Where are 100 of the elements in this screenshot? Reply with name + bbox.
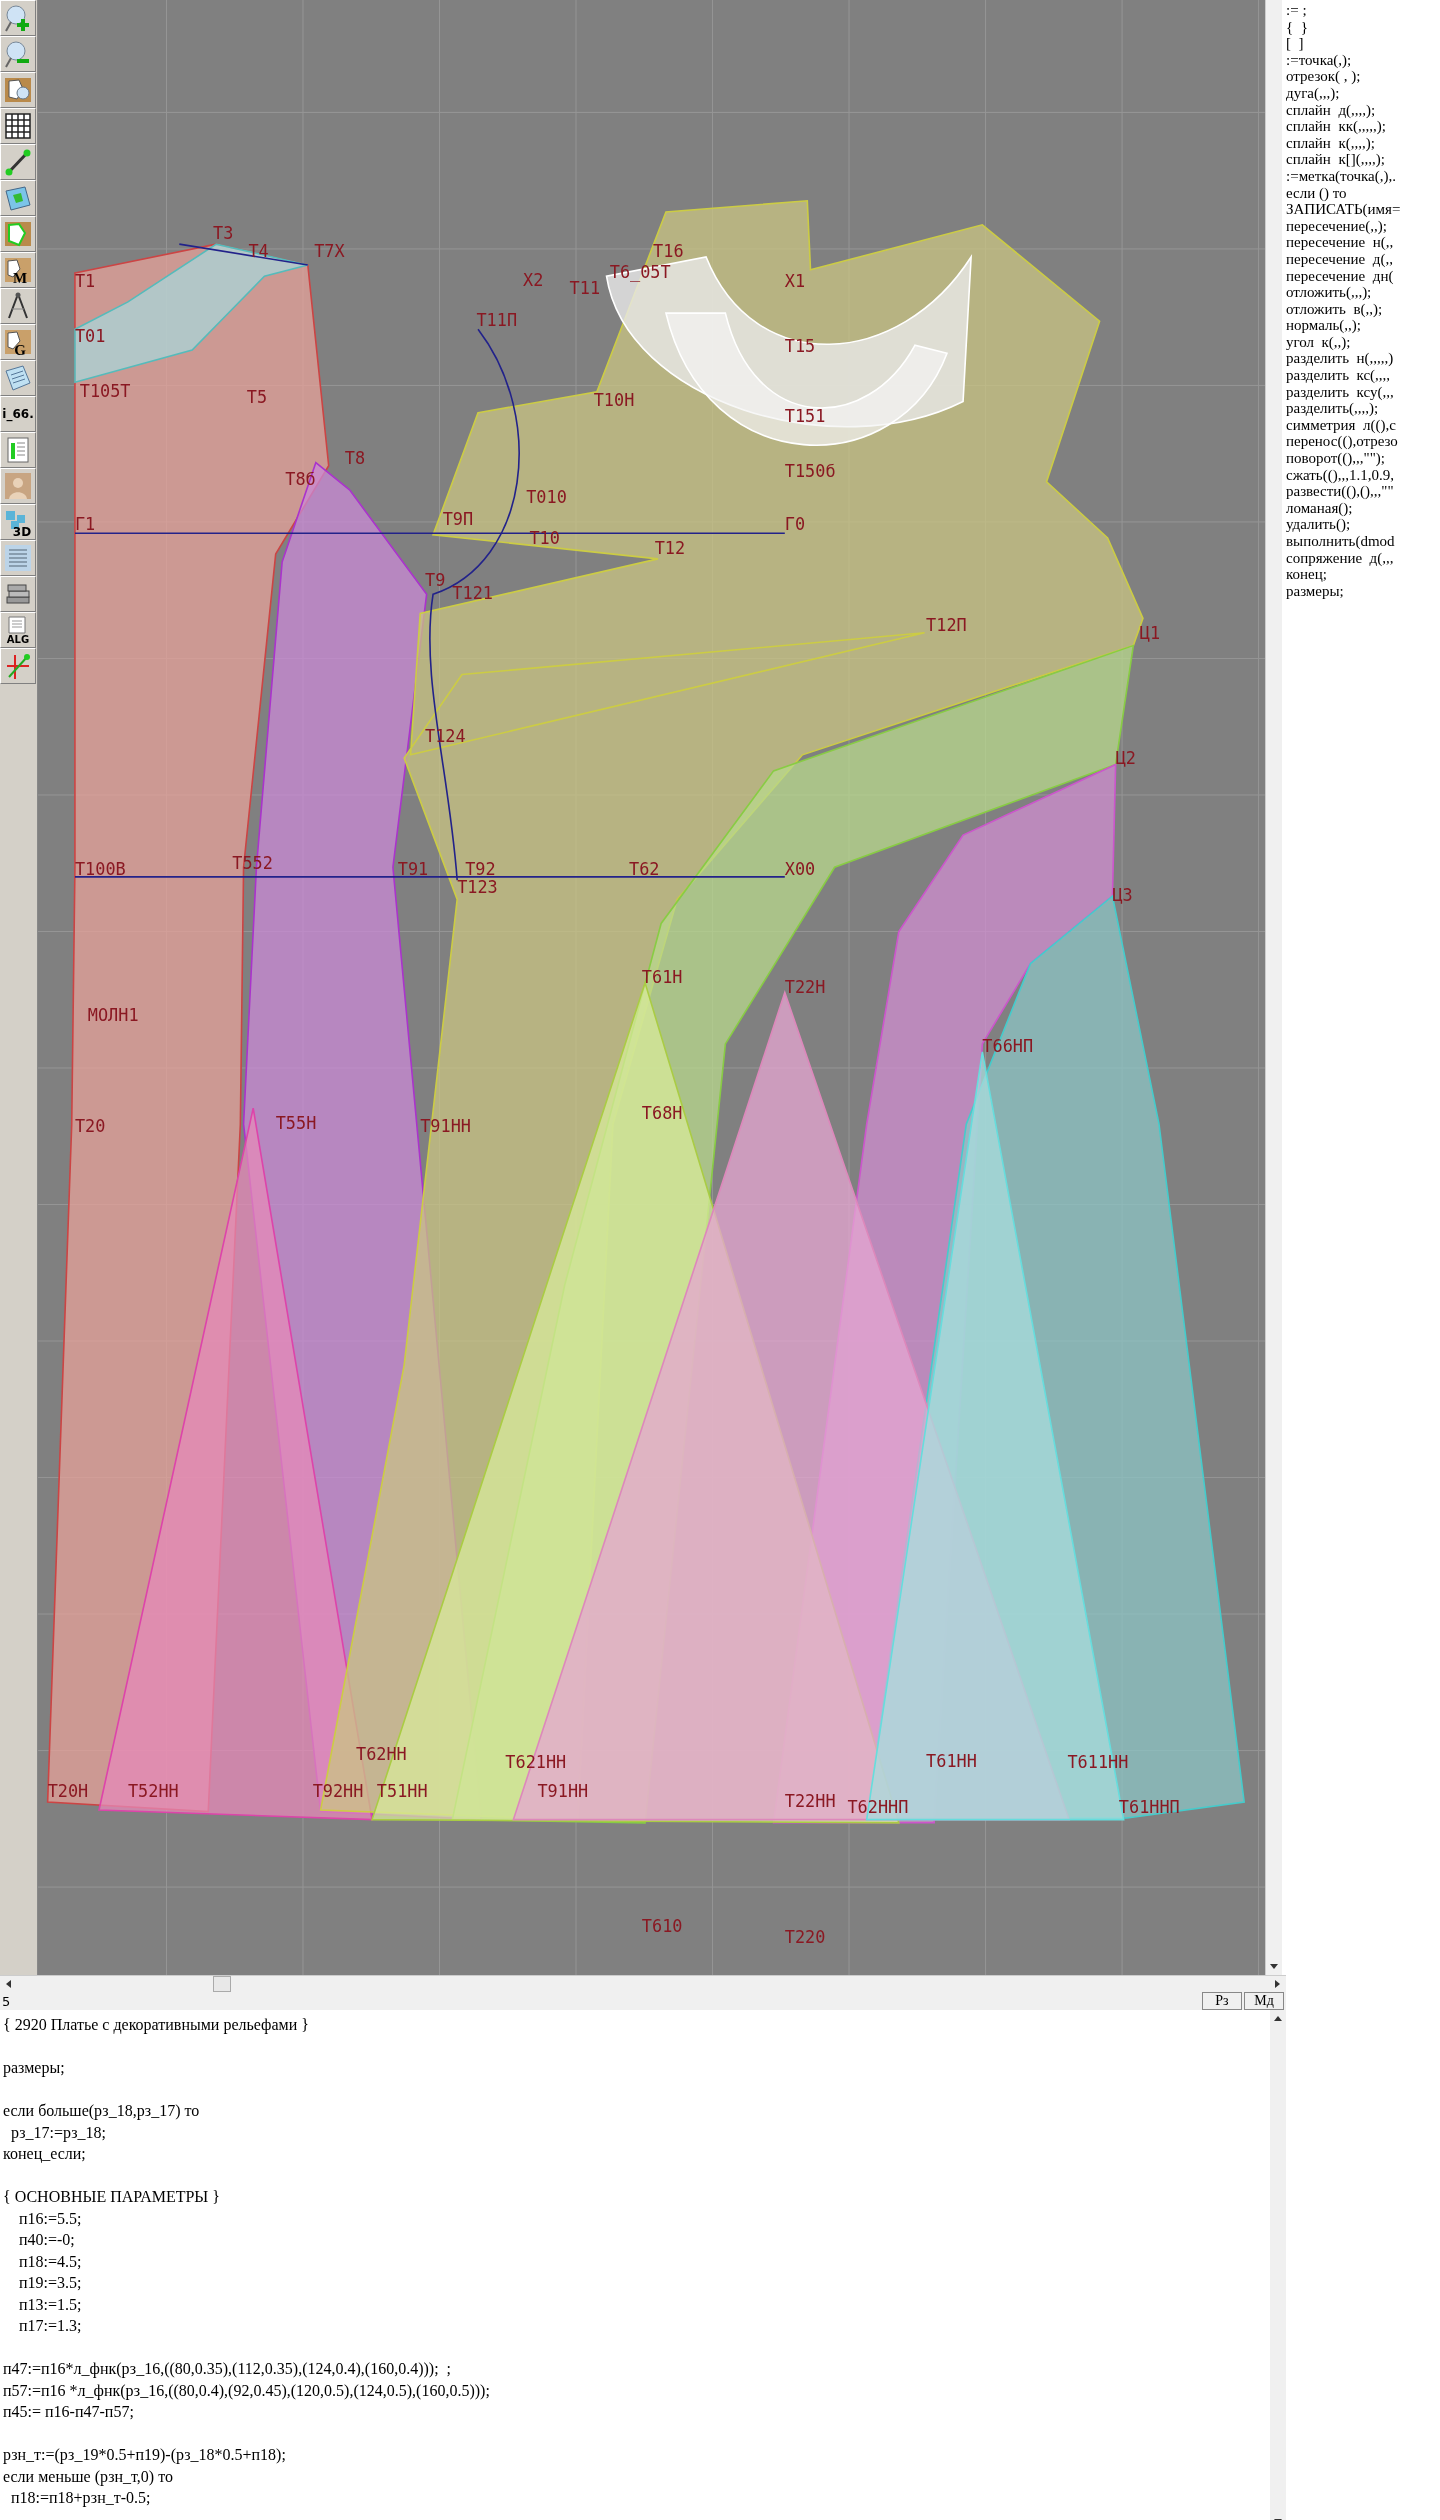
command-item[interactable]: разделить ксу(,,, <box>1286 383 1440 401</box>
command-item[interactable]: пересечение(,,); <box>1286 217 1440 235</box>
command-item[interactable]: конец; <box>1286 566 1440 583</box>
point-label: Х1 <box>784 271 806 292</box>
point-label: Т611НН <box>1067 1752 1129 1773</box>
command-item[interactable]: :=точка(,); <box>1286 51 1440 69</box>
point-label: Т22Н <box>784 976 826 997</box>
command-item[interactable]: разделить(,,,,); <box>1286 400 1440 417</box>
command-item[interactable]: ЗАПИСАТЬ(имя= <box>1286 201 1440 218</box>
point-label: Т62 <box>629 859 660 880</box>
command-item[interactable]: := ; <box>1286 2 1440 19</box>
point-label: Т3 <box>213 223 234 244</box>
point-label: МОЛН1 <box>87 1005 139 1026</box>
command-item[interactable]: выполнить(dmod <box>1286 533 1440 550</box>
command-item[interactable]: ломаная(); <box>1286 499 1440 517</box>
command-item[interactable]: сплайн к[](,,,,); <box>1286 151 1440 168</box>
command-item[interactable]: отложить в(,,); <box>1286 300 1440 318</box>
point-label: Т52НН <box>127 1781 179 1802</box>
point-label: Ц2 <box>1115 748 1136 769</box>
code-line: если больше(рз_18,рз_17) то <box>3 2101 201 2122</box>
code-line: { 2920 Платье с декоративными рельефами } <box>3 2015 310 2036</box>
vertical-scrollbar[interactable] <box>1270 2010 1286 2520</box>
point-label: Г0 <box>784 514 806 534</box>
photo-placeholder <box>3 471 33 501</box>
status-button[interactable]: Мд <box>1244 1992 1284 2011</box>
code-line: размеры; <box>3 2058 66 2079</box>
command-item[interactable]: пересечение д(,, <box>1286 250 1440 268</box>
list-icon <box>3 543 33 573</box>
point-label: Т91НН <box>420 1116 471 1137</box>
point-label: Т220 <box>784 1927 826 1948</box>
point-label: Т610 <box>641 1916 683 1937</box>
code-line: п40:=-0; <box>18 2230 76 2251</box>
code-line: рзн_т:=(рз_19*0.5+п19)-(рз_18*0.5+п18); <box>3 2445 287 2466</box>
command-item[interactable]: дуга(,,,); <box>1286 84 1440 102</box>
segment-icon <box>3 147 33 177</box>
code-line: п47:=п16*л_фнк(рз_16,((80,0.35),(112,0.35),(124,0.4),(160,0.4))); ; <box>3 2359 453 2380</box>
scrollbar-thumb[interactable] <box>213 1976 231 1993</box>
command-item[interactable]: пересечение дн( <box>1286 267 1440 285</box>
point-label: Т12П <box>926 615 967 636</box>
command-item[interactable]: симметрия л((),с <box>1286 416 1440 434</box>
command-item[interactable]: перенос((),отрезо <box>1286 433 1440 451</box>
command-item[interactable]: размеры; <box>1286 582 1440 600</box>
point-label: Х2 <box>523 269 544 290</box>
command-item[interactable]: [ ] <box>1286 35 1440 52</box>
point-label: Т621НН <box>505 1752 567 1773</box>
scroll-up-icon[interactable] <box>1273 2015 1283 2022</box>
horizontal-scrollbar[interactable] <box>0 1975 1286 1993</box>
point-label: Т16 <box>653 240 684 261</box>
point-label: Т121 <box>452 583 493 604</box>
command-item[interactable]: пересечение н(,, <box>1286 234 1440 251</box>
point-label: Т9П <box>442 509 474 530</box>
point-label: Т66НП <box>982 1035 1034 1056</box>
point-label: Т91 <box>397 859 429 880</box>
toolbar-button[interactable]: i_66. <box>0 396 36 432</box>
toolbar-button[interactable] <box>0 144 36 180</box>
code-line: п17:=1.3; <box>18 2316 83 2337</box>
command-item[interactable]: сплайн кк(,,,,,); <box>1286 118 1440 135</box>
command-item[interactable]: сплайн к(,,,,); <box>1286 134 1440 152</box>
code-line: п45:= п16-п47-п57; <box>3 2402 135 2423</box>
command-item[interactable]: поворот((),,,""); <box>1286 450 1440 467</box>
command-item[interactable]: если () то <box>1286 184 1440 202</box>
point-label: Т51НН <box>376 1781 428 1802</box>
toolbar-button[interactable] <box>0 576 36 612</box>
command-item[interactable]: :=метка(точка(,),. <box>1286 167 1440 185</box>
point-label: Т6_05Т <box>609 261 671 282</box>
status-button[interactable]: Рз <box>1202 1992 1242 2011</box>
point-label: Т150б <box>784 461 836 481</box>
point-label: Т20 <box>74 1116 106 1137</box>
command-item[interactable]: разделить кс(,,,, <box>1286 367 1440 384</box>
pattern-icon <box>3 75 33 105</box>
command-item[interactable]: удалить(); <box>1286 516 1440 533</box>
code-line: если меньше (рзн_т,0) то <box>3 2466 174 2488</box>
point-label: Т10 <box>529 528 560 549</box>
scroll-down-icon[interactable] <box>1269 1964 1279 1971</box>
code-line: { ОСНОВНЫЕ ПАРАМЕТРЫ } <box>3 2187 221 2208</box>
code-line: п19:=3.5; <box>18 2273 83 2294</box>
point-label: Т91НН <box>537 1781 589 1802</box>
grid-icon <box>3 111 33 141</box>
command-item[interactable]: нормаль(,,); <box>1286 317 1440 334</box>
command-item[interactable]: угол к(,,); <box>1286 333 1440 351</box>
toolbar-button[interactable] <box>0 108 36 144</box>
point-label: Х00 <box>784 859 816 880</box>
command-item[interactable]: сопряжение д(,,, <box>1286 549 1440 567</box>
command-item[interactable]: сплайн д(,,,,); <box>1286 101 1440 119</box>
command-item[interactable]: отрезок( , ); <box>1286 68 1440 85</box>
command-item[interactable]: разделить н(,,,,,) <box>1286 350 1440 368</box>
point-label: Т10Н <box>593 390 635 411</box>
scroll-left-icon[interactable] <box>5 1979 11 1990</box>
toolbar-button[interactable] <box>0 288 36 324</box>
code-line: п16:=5.5; <box>18 2208 83 2229</box>
point-label: Ц3 <box>1112 884 1133 905</box>
vertical-scrollbar[interactable] <box>1265 0 1282 1976</box>
scroll-right-icon[interactable] <box>1275 1979 1281 1990</box>
command-item[interactable]: отложить(,,,); <box>1286 284 1440 301</box>
point-label: Т55Н <box>275 1113 317 1133</box>
command-item[interactable]: развести((),(),,,"" <box>1286 483 1440 500</box>
command-item[interactable]: { } <box>1286 18 1440 36</box>
point-label: Т62ННП <box>847 1797 909 1818</box>
command-item[interactable]: сжать((),,,1.1,0.9, <box>1286 466 1440 484</box>
code-line: конец_если; <box>3 2144 87 2165</box>
